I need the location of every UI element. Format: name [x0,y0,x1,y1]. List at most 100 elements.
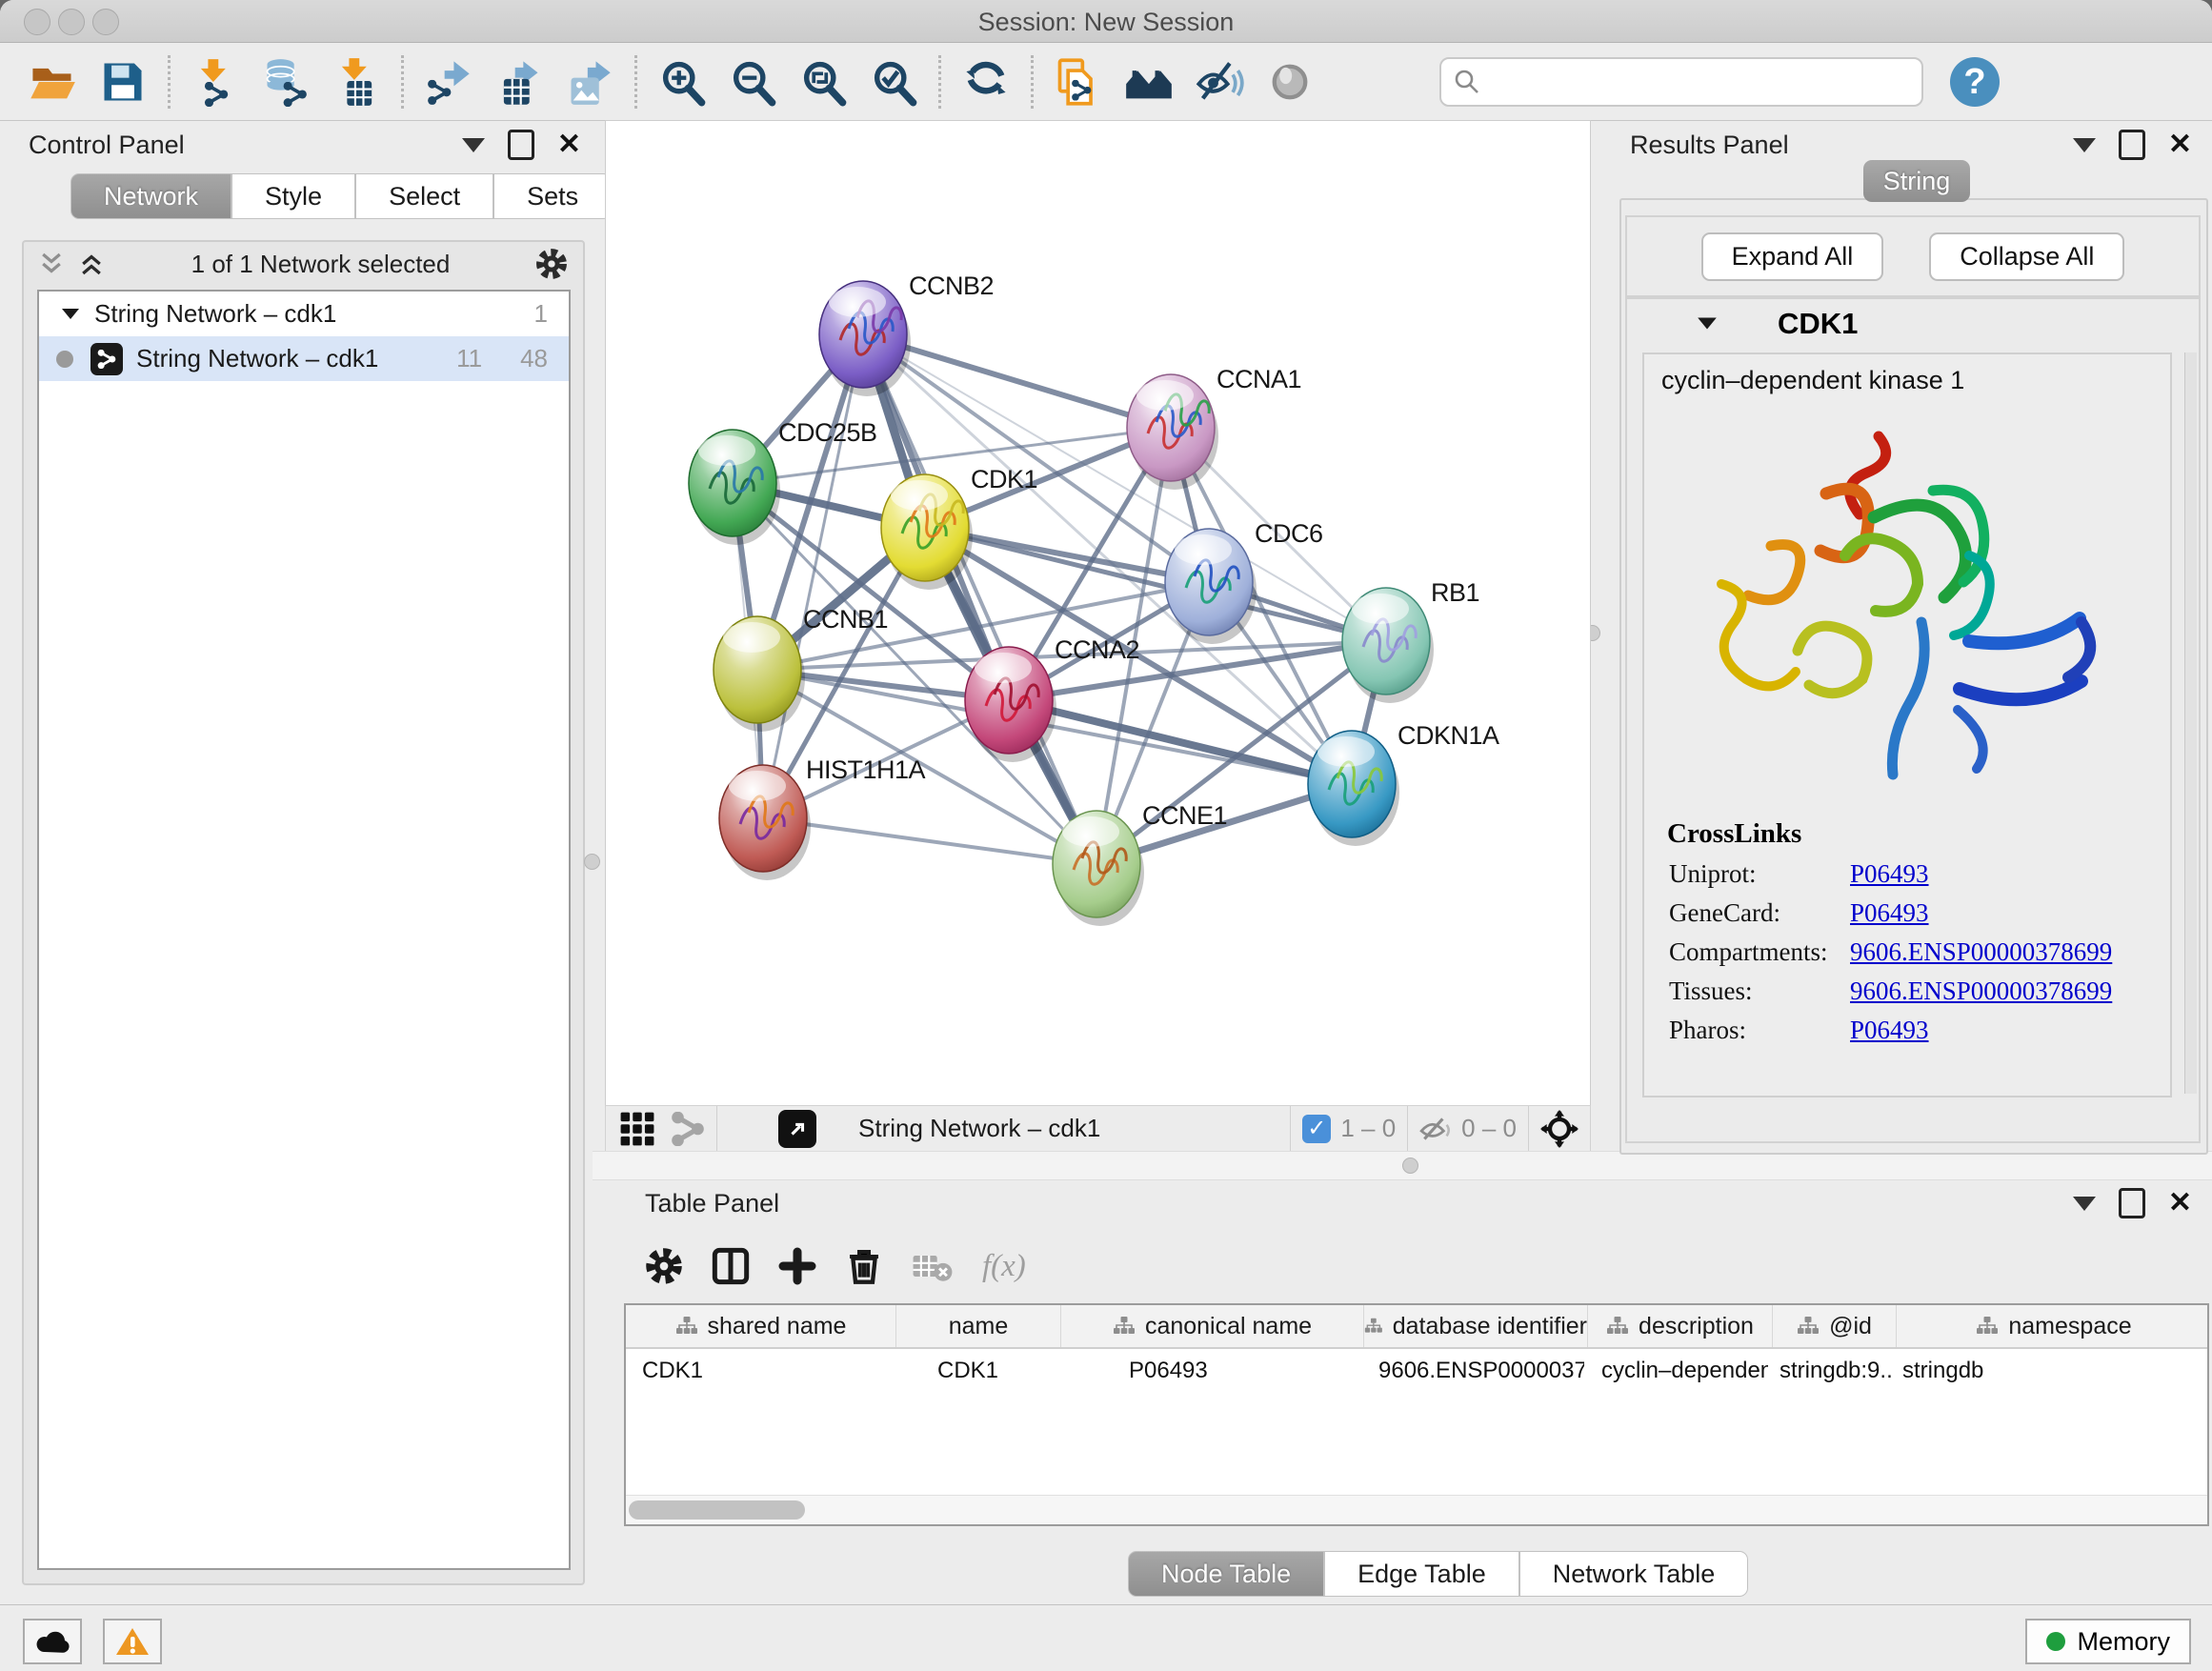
import-table-icon[interactable] [332,57,381,107]
tab-sets[interactable]: Sets [493,173,612,219]
node-CDKN1A[interactable]: CDKN1A [1308,721,1499,846]
collapse-all-icon[interactable] [37,250,66,278]
control-panel-close-icon[interactable]: ✕ [557,132,581,157]
node-RB1[interactable]: RB1 [1342,578,1479,703]
memory-button[interactable]: Memory [2025,1619,2191,1664]
zoom-selected-icon[interactable] [869,57,918,107]
node-CDC6[interactable]: CDC6 [1165,519,1323,644]
column-header-canonical-name[interactable]: canonical name [1061,1305,1364,1347]
node-CCNE1[interactable]: CCNE1 [1053,801,1227,926]
results-scrollbar[interactable] [2184,352,2197,1094]
show-columns-icon[interactable] [712,1247,750,1285]
node-CCNB1[interactable]: CCNB1 [714,605,888,732]
expand-all-button[interactable]: Expand All [1701,232,1884,281]
horizontal-splitter-handle[interactable] [1402,1158,1418,1174]
crosslink-link[interactable]: P06493 [1850,898,1929,928]
node-CDC25B[interactable]: CDC25B [689,418,877,545]
column-header-namespace[interactable]: namespace [1897,1305,2209,1347]
node-HIST1H1A[interactable]: HIST1H1A [719,755,926,880]
results-panel-float-icon[interactable] [2119,130,2145,160]
add-column-icon[interactable] [778,1247,816,1285]
birds-eye-grid-icon[interactable] [619,1111,655,1147]
table-scrollbar-thumb[interactable] [629,1500,805,1520]
cell-canonical-name[interactable]: P06493 [1059,1349,1361,1393]
cloud-button[interactable] [23,1619,82,1664]
delete-column-icon[interactable] [845,1247,883,1285]
export-table-icon[interactable] [494,57,544,107]
horizontal-splitter[interactable] [593,1151,2212,1180]
home-layout-icon[interactable] [1124,57,1174,107]
table-panel-float-icon[interactable] [2119,1188,2145,1218]
table-tabs: Node TableEdge TableNetwork Table [1128,1551,1748,1597]
column-header-description[interactable]: description [1588,1305,1773,1347]
column-header-database-identifier[interactable]: database identifier [1364,1305,1588,1347]
tab-style[interactable]: Style [231,173,355,219]
open-in-window-icon[interactable] [778,1110,816,1148]
network-row[interactable]: String Network – cdk1 11 48 [39,336,569,381]
crosslink-link[interactable]: P06493 [1850,859,1929,889]
left-splitter-handle[interactable] [584,854,600,870]
table-options-gear-icon[interactable] [645,1247,683,1285]
help-button[interactable]: ? [1950,57,2000,107]
gene-section-header[interactable]: CDK1 [1627,299,2199,349]
column-header-name[interactable]: name [896,1305,1061,1347]
control-panel-float-icon[interactable] [508,130,534,160]
network-options-gear-icon[interactable] [535,248,568,280]
network-canvas[interactable]: CCNB2CCNA1CDC25BCDK1CDC6RB1CCNB1CCNA2CDK… [605,120,1591,1107]
results-panel-close-icon[interactable]: ✕ [2168,132,2192,157]
import-network-database-icon[interactable] [261,57,311,107]
network-collection-row[interactable]: String Network – cdk1 1 [39,292,569,336]
import-network-file-icon[interactable] [191,57,240,107]
zoom-in-icon[interactable] [657,57,707,107]
collapse-all-button[interactable]: Collapse All [1929,232,2124,281]
gene-expander-icon[interactable] [1696,314,1719,333]
function-builder-icon[interactable]: f(x) [982,1249,1026,1284]
results-panel-menu-icon[interactable] [2073,138,2096,152]
table-panel-close-icon[interactable]: ✕ [2168,1191,2192,1216]
crosslink-link[interactable]: 9606.ENSP00000378699 [1850,976,2112,1006]
tab-node-table[interactable]: Node Table [1128,1551,1324,1597]
node-CCNB2[interactable]: CCNB2 [819,272,994,396]
table-row[interactable]: CDK1CDK1P064939606.ENSP00000378699cyclin… [626,1349,2207,1393]
expand-all-icon[interactable] [77,250,106,278]
tab-network-table[interactable]: Network Table [1519,1551,1749,1597]
cell-database-identifier[interactable]: 9606.ENSP00000378699 [1361,1349,1584,1393]
preview-eye-icon[interactable] [1265,57,1315,107]
control-panel-menu-icon[interactable] [462,138,485,152]
save-session-icon[interactable] [98,57,148,107]
crosslink-link[interactable]: 9606.ENSP00000378699 [1850,937,2112,967]
table-panel-menu-icon[interactable] [2073,1197,2096,1211]
open-session-icon[interactable] [28,57,77,107]
search-input[interactable] [1481,66,1885,97]
collection-expander-icon[interactable] [60,306,81,323]
export-image-icon[interactable] [565,57,614,107]
control-panel-title: Control Panel [29,131,185,160]
tab-edge-table[interactable]: Edge Table [1324,1551,1519,1597]
refresh-icon[interactable] [961,57,1011,107]
tab-network[interactable]: Network [70,173,231,219]
search-field[interactable] [1439,57,1923,107]
hide-unhide-icon[interactable] [1195,57,1244,107]
cell-@id[interactable]: stringdb:9... [1768,1349,1891,1393]
tab-string[interactable]: String [1863,160,1970,202]
cell-description[interactable]: cyclin–dependent ... [1584,1349,1768,1393]
crosslink-link[interactable]: P06493 [1850,1016,1929,1045]
clone-network-icon[interactable] [1054,57,1103,107]
delete-table-icon[interactable] [912,1249,954,1283]
export-network-icon[interactable] [424,57,473,107]
cell-namespace[interactable]: stringdb [1891,1349,2205,1393]
crosslink-label: GeneCard: [1669,898,1850,928]
zoom-fit-icon[interactable] [798,57,848,107]
column-header-shared-name[interactable]: shared name [626,1305,896,1347]
zoom-out-icon[interactable] [728,57,777,107]
table-horizontal-scrollbar[interactable] [626,1495,2207,1524]
pan-crosshair-icon[interactable] [1540,1110,1579,1148]
cell-name[interactable]: CDK1 [895,1349,1059,1393]
warnings-button[interactable] [103,1619,162,1664]
selected-checkbox-icon[interactable]: ✓ [1302,1115,1331,1143]
node-CDK1[interactable]: CDK1 [881,465,1037,590]
cell-shared-name[interactable]: CDK1 [626,1349,895,1393]
column-header-@id[interactable]: @id [1773,1305,1897,1347]
tab-select[interactable]: Select [355,173,493,219]
network-share-icon[interactable] [671,1112,705,1146]
